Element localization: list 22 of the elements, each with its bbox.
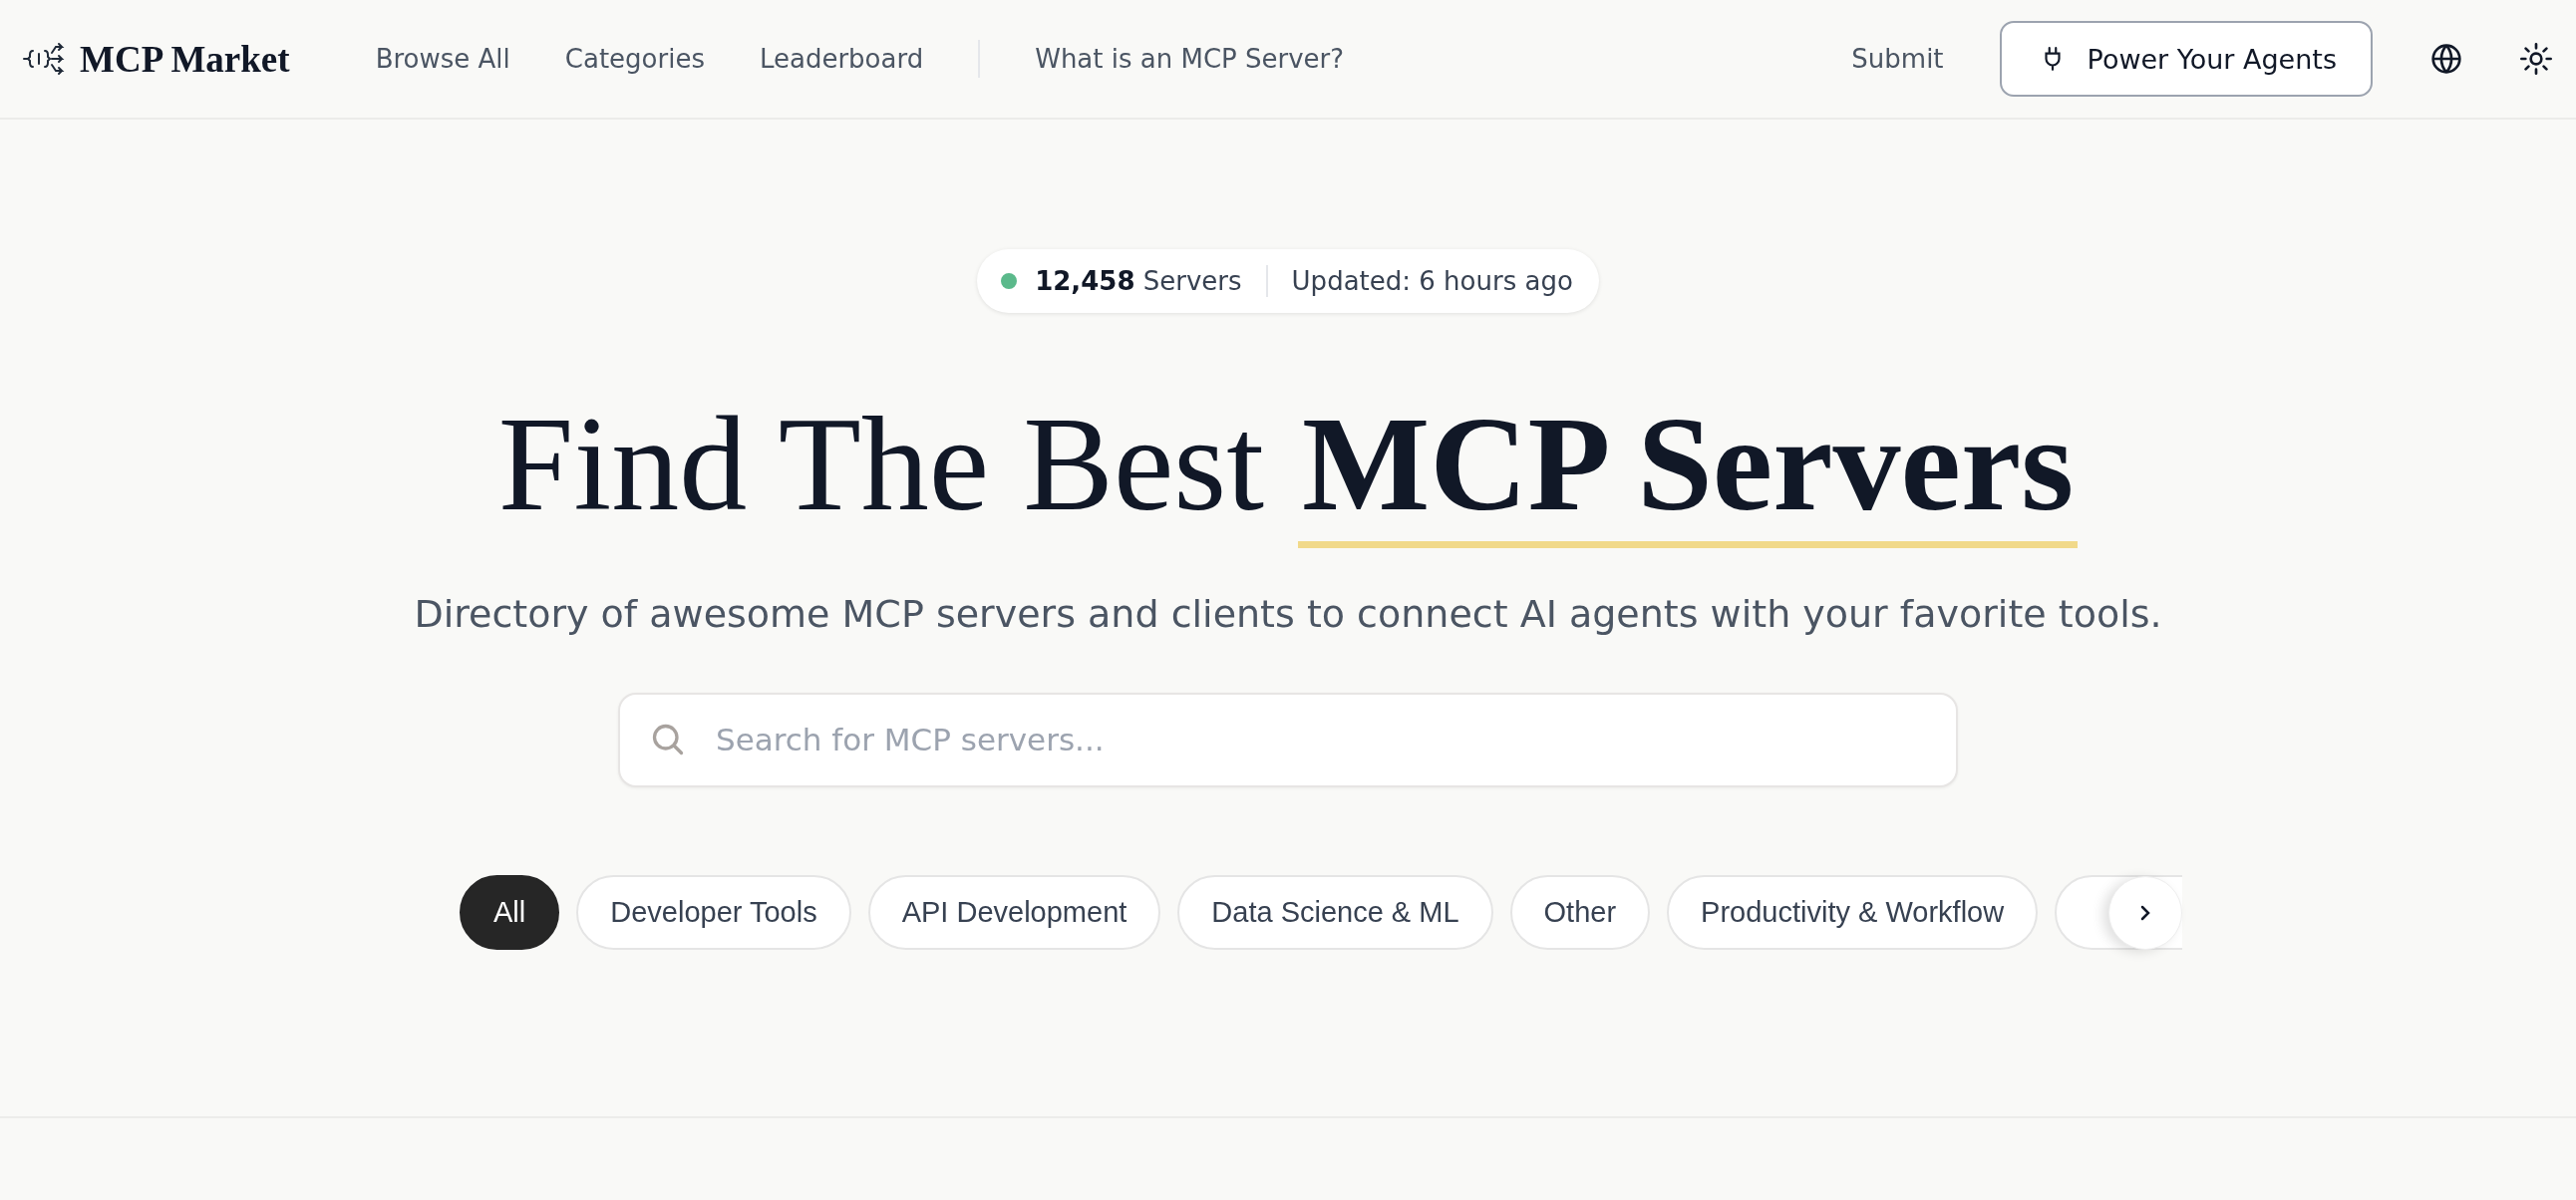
nav-link[interactable]: Leaderboard	[759, 44, 924, 74]
hero-subtitle: Directory of awesome MCP servers and clients to connect AI agents with your favorite tools.	[414, 591, 2162, 636]
logo-text[interactable]: MCP Market	[80, 37, 290, 81]
theme-toggle-icon[interactable]	[2520, 43, 2552, 75]
category-pill[interactable]: API Development	[867, 874, 1161, 950]
submit-link[interactable]: Submit	[1851, 44, 1944, 74]
updated-time: Updated: 6 hours ago	[1291, 266, 1573, 296]
nav-link[interactable]: Browse All	[375, 44, 510, 74]
category-pill[interactable]: Other	[1509, 874, 1651, 950]
nav-link[interactable]: Categories	[564, 44, 705, 74]
hero-title: Find The Best	[497, 389, 1264, 538]
hero-title-highlight: MCP Servers	[1298, 393, 2079, 548]
category-pill[interactable]: Productivity & Workflow	[1667, 874, 2039, 950]
globe-icon[interactable]	[2430, 43, 2462, 75]
server-count: 12,458 Servers	[1035, 266, 1242, 296]
power-agents-button[interactable]: Power Your Agents	[1999, 21, 2373, 97]
nav-link[interactable]: What is an MCP Server?	[1035, 44, 1345, 74]
category-pill[interactable]: Data Science & ML	[1177, 874, 1493, 950]
search-field[interactable]: Search for MCP servers...	[618, 692, 1958, 787]
category-pill[interactable]: Developer Tools	[576, 874, 851, 950]
status-dot	[1001, 273, 1018, 289]
category-pill[interactable]: All	[460, 874, 560, 950]
